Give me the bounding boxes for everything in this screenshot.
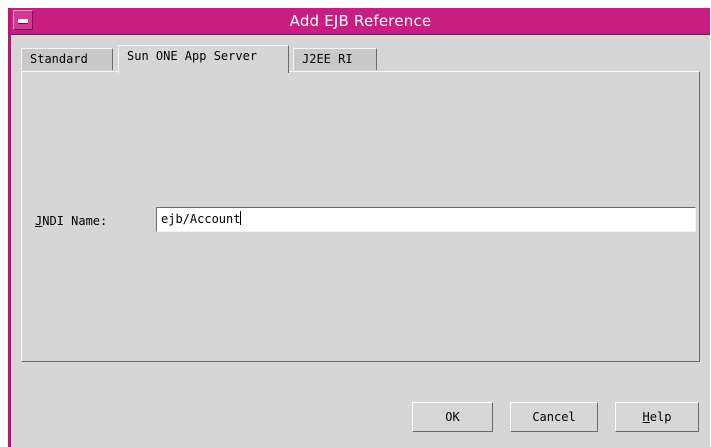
tab-j2ee-ri[interactable]: J2EE RI [293,48,377,70]
ok-button-label: OK [445,410,460,424]
tab-standard[interactable]: Standard [21,48,113,70]
text-cursor [240,211,242,225]
window-title: Add EJB Reference [289,12,432,30]
tab-sun-one-app-server[interactable]: Sun ONE App Server [118,45,289,73]
jndi-name-value: ejb/Account [161,212,241,226]
jndi-name-label-text: NDI Name: [42,214,108,228]
help-button-label-rest: elp [649,410,672,424]
jndi-name-label: JNDI Name: [35,214,107,228]
jndi-name-input[interactable]: ejb/Account [156,207,696,232]
help-button[interactable]: Help [615,402,699,432]
help-button-mnemonic: H [642,410,650,424]
cancel-button-label: Cancel [532,410,576,424]
title-bar[interactable]: Add EJB Reference [11,8,710,35]
help-button-label: Help [640,408,675,426]
cancel-button[interactable]: Cancel [510,402,598,432]
ok-button[interactable]: OK [412,402,493,432]
